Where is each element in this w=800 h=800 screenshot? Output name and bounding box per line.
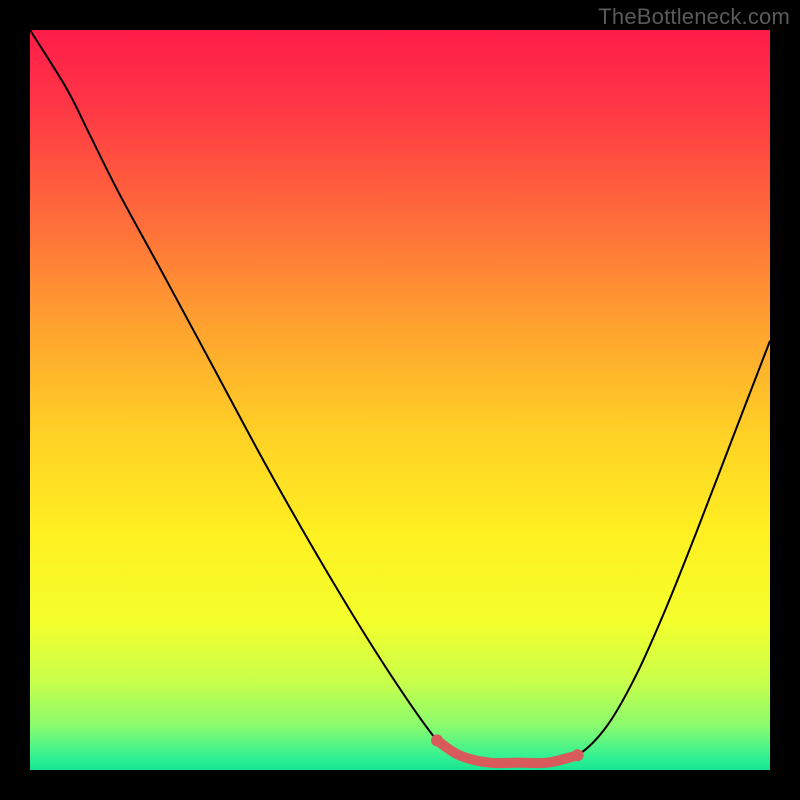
optimal-range-start-dot (431, 734, 443, 746)
plot-area (30, 30, 770, 770)
gradient-background (30, 30, 770, 770)
attribution-label: TheBottleneck.com (598, 4, 790, 30)
chart-frame: TheBottleneck.com (0, 0, 800, 800)
bottleneck-chart (30, 30, 770, 770)
optimal-range-end-dot (572, 749, 584, 761)
